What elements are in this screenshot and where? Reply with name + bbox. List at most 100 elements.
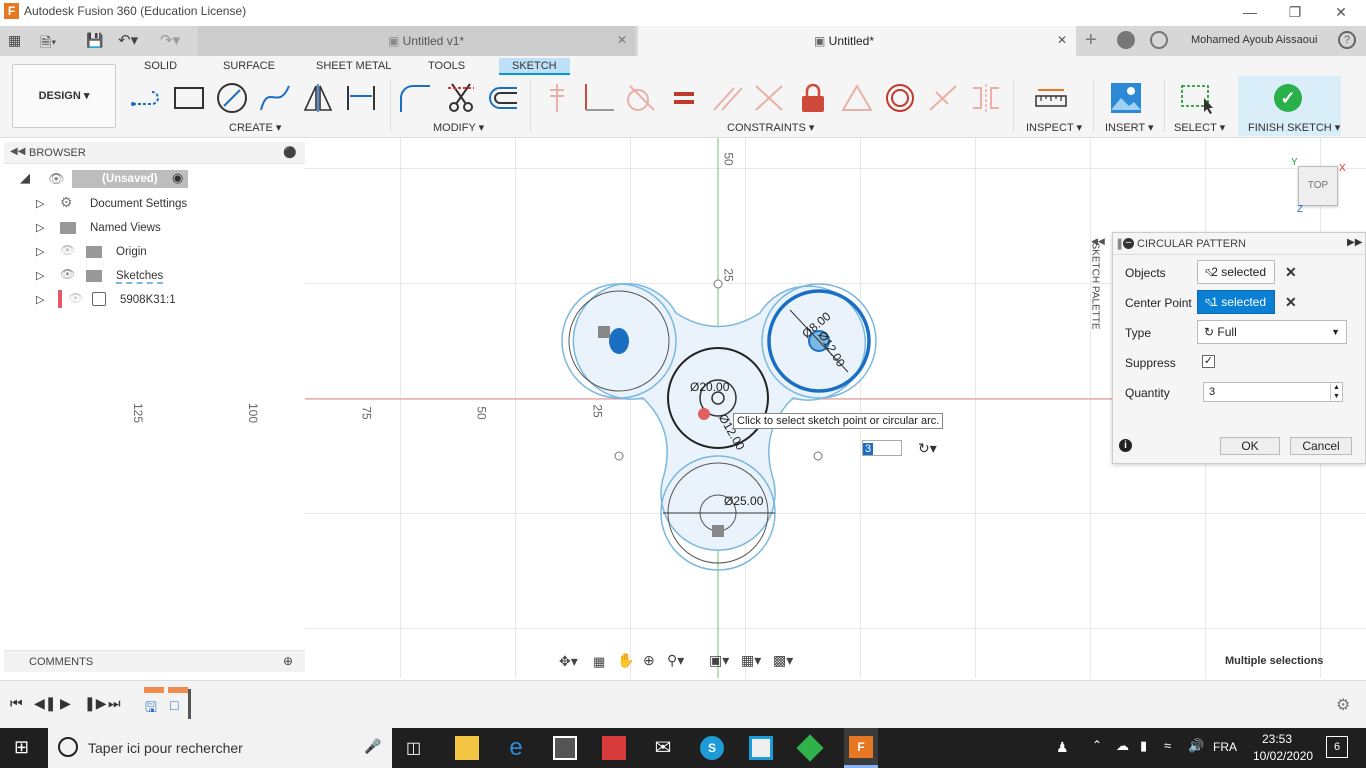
display-settings-icon[interactable]: ▣▾ <box>709 652 729 669</box>
orbit-icon[interactable]: ✥▾ <box>559 653 578 670</box>
equal-constraint-icon[interactable] <box>667 82 701 114</box>
expand-arrow-icon[interactable]: ▷ <box>36 245 44 258</box>
collinear-constraint-icon[interactable] <box>926 82 960 114</box>
tab-surface[interactable]: SURFACE <box>223 60 275 74</box>
timeline-settings-gear-icon[interactable]: ⚙ <box>1336 695 1350 715</box>
windows-start-icon[interactable]: ⊞ <box>14 737 29 758</box>
spline-tool-icon[interactable] <box>258 82 292 114</box>
tab-sketch[interactable]: SKETCH <box>499 58 570 75</box>
line-tool-icon[interactable] <box>130 82 164 114</box>
volume-icon[interactable]: 🔊 <box>1188 738 1204 754</box>
quantity-stepper[interactable]: ▲ ▼ <box>1330 383 1342 401</box>
fillet-tool-icon[interactable] <box>398 82 432 114</box>
fix-constraint-lock-icon[interactable] <box>796 82 830 114</box>
task-view-icon[interactable]: ◫ <box>406 738 421 758</box>
clock-date[interactable]: 10/02/2020 <box>1253 749 1313 763</box>
concentric-constraint-icon[interactable] <box>883 82 917 114</box>
clear-objects-icon[interactable]: ✕ <box>1285 264 1297 281</box>
group-select[interactable]: SELECT ▾ <box>1174 121 1225 134</box>
play-icon[interactable]: ▶ <box>60 695 71 712</box>
skype-icon[interactable]: S <box>700 736 724 760</box>
pan-hand-icon[interactable]: ✋ <box>617 652 634 669</box>
group-modify[interactable]: MODIFY ▾ <box>433 121 484 134</box>
finish-sketch-button[interactable]: ✓ FINISH SKETCH ▾ <box>1238 76 1341 136</box>
tab-tools[interactable]: TOOLS <box>428 60 465 74</box>
coincident-constraint-icon[interactable] <box>752 82 786 114</box>
grid-settings-icon[interactable]: ▦▾ <box>741 652 761 669</box>
group-constraints[interactable]: CONSTRAINTS ▾ <box>727 121 814 134</box>
insert-image-icon[interactable] <box>1109 82 1143 114</box>
hidden-eye-icon[interactable]: 👁 <box>68 291 83 305</box>
browser-item-origin[interactable]: ▷ 👁 Origin <box>36 242 236 266</box>
taskbar-search[interactable]: Taper ici pour rechercher 🎤 <box>48 728 392 768</box>
timeline-sketch-icon[interactable]: □ <box>170 697 178 713</box>
gift-app-icon[interactable] <box>602 736 626 760</box>
expand-arrow-icon[interactable]: ▷ <box>36 221 44 234</box>
close-tab-icon[interactable]: ✕ <box>1057 33 1067 47</box>
restore-icon[interactable]: ❐ <box>1285 2 1305 22</box>
tab-untitled[interactable]: ▣ Untitled* <box>638 26 1076 56</box>
people-icon[interactable]: ♟ <box>1056 739 1069 756</box>
hidden-eye-icon[interactable]: 👁 <box>60 243 75 257</box>
dimension-label[interactable]: Ø25.00 <box>724 494 763 508</box>
tray-chevron-up-icon[interactable]: ⌃ <box>1092 738 1102 752</box>
trim-scissors-icon[interactable] <box>444 82 478 114</box>
viewports-icon[interactable]: ▩▾ <box>773 652 793 669</box>
dimension-label[interactable]: Ø20.00 <box>690 380 729 394</box>
minimize-icon[interactable]: — <box>1240 2 1260 22</box>
browser-item-document-settings[interactable]: ▷ ⚙ Document Settings <box>36 194 236 218</box>
horizontal-vertical-constraint-icon[interactable] <box>540 82 574 114</box>
browser-item-unsaved[interactable]: ◢ 👁 (Unsaved) ◉ <box>20 170 260 194</box>
fit-zoom-icon[interactable]: ⚲▾ <box>667 652 684 669</box>
step-back-icon[interactable]: ◀❚ <box>34 695 57 712</box>
job-status-icon[interactable] <box>1150 31 1168 49</box>
app-icon[interactable] <box>749 736 773 760</box>
dimension-tool-icon[interactable] <box>344 82 378 114</box>
viewcube[interactable]: TOP <box>1298 166 1338 206</box>
fusion-taskbar-button[interactable]: F <box>844 728 878 768</box>
user-name[interactable]: Mohamed Ayoub Aissaoui <box>1191 34 1317 46</box>
file-menu-icon[interactable]: 🗎▾ <box>40 32 68 50</box>
center-point-selection-button[interactable]: ⬁ 1 selected <box>1197 290 1275 314</box>
expand-arrow-icon[interactable]: ▷ <box>36 197 44 210</box>
midpoint-constraint-icon[interactable] <box>840 82 874 114</box>
comments-panel[interactable]: COMMENTS ⊕ <box>4 650 305 672</box>
group-inspect[interactable]: INSPECT ▾ <box>1026 121 1082 134</box>
onedrive-cloud-icon[interactable]: ☁ <box>1116 738 1129 754</box>
visibility-eye-icon[interactable]: 👁 <box>48 171 65 187</box>
parallel-constraint-icon[interactable] <box>710 82 744 114</box>
undo-icon[interactable]: ↶▾ <box>118 31 148 49</box>
measure-ruler-icon[interactable] <box>1034 82 1068 114</box>
file-explorer-icon[interactable] <box>455 736 479 760</box>
save-icon[interactable]: 💾 <box>86 32 104 50</box>
go-to-end-icon[interactable]: ⏭ <box>108 695 121 712</box>
workspace-switcher[interactable]: DESIGN ▾ <box>12 64 116 128</box>
circle-tool-icon[interactable] <box>215 82 249 114</box>
select-window-icon[interactable] <box>1180 82 1214 114</box>
language-indicator[interactable]: FRA <box>1213 740 1237 754</box>
inline-quantity-input[interactable]: 3 <box>862 440 902 456</box>
type-select[interactable]: ↻ Full ▼ <box>1197 320 1347 344</box>
ok-button[interactable]: OK <box>1220 437 1280 455</box>
redo-icon[interactable]: ↷▾ <box>160 31 190 49</box>
objects-selection-button[interactable]: ⬁ 2 selected <box>1197 260 1275 284</box>
zoom-icon[interactable]: ⊕ <box>643 652 655 669</box>
expand-dialog-icon[interactable]: ▶▶ <box>1347 237 1362 248</box>
timeline-marker[interactable] <box>188 689 191 719</box>
notification-center-icon[interactable]: 6 <box>1326 736 1348 758</box>
close-tab-icon[interactable]: ✕ <box>617 33 627 47</box>
collapse-dialog-icon[interactable]: – <box>1123 238 1134 249</box>
tab-solid[interactable]: SOLID <box>144 60 177 74</box>
help-icon[interactable]: ? <box>1338 31 1356 49</box>
rotate-direction-icon[interactable]: ↻▾ <box>918 440 937 457</box>
edge-browser-icon[interactable]: e <box>504 736 528 760</box>
tab-untitled-v1[interactable]: ▣ Untitled v1* <box>198 26 635 56</box>
mail-icon[interactable]: ✉ <box>651 736 675 760</box>
go-to-start-icon[interactable]: ⏮ <box>10 695 23 712</box>
microphone-icon[interactable]: 🎤 <box>364 738 381 755</box>
expand-arrow-icon[interactable]: ▷ <box>36 293 44 306</box>
browser-item-sketches[interactable]: ▷ 👁 Sketches <box>36 266 236 290</box>
offset-tool-icon[interactable] <box>486 82 520 114</box>
timeline-component-icon[interactable]: 🖫 <box>145 697 157 721</box>
new-tab-icon[interactable]: + <box>1085 29 1097 52</box>
